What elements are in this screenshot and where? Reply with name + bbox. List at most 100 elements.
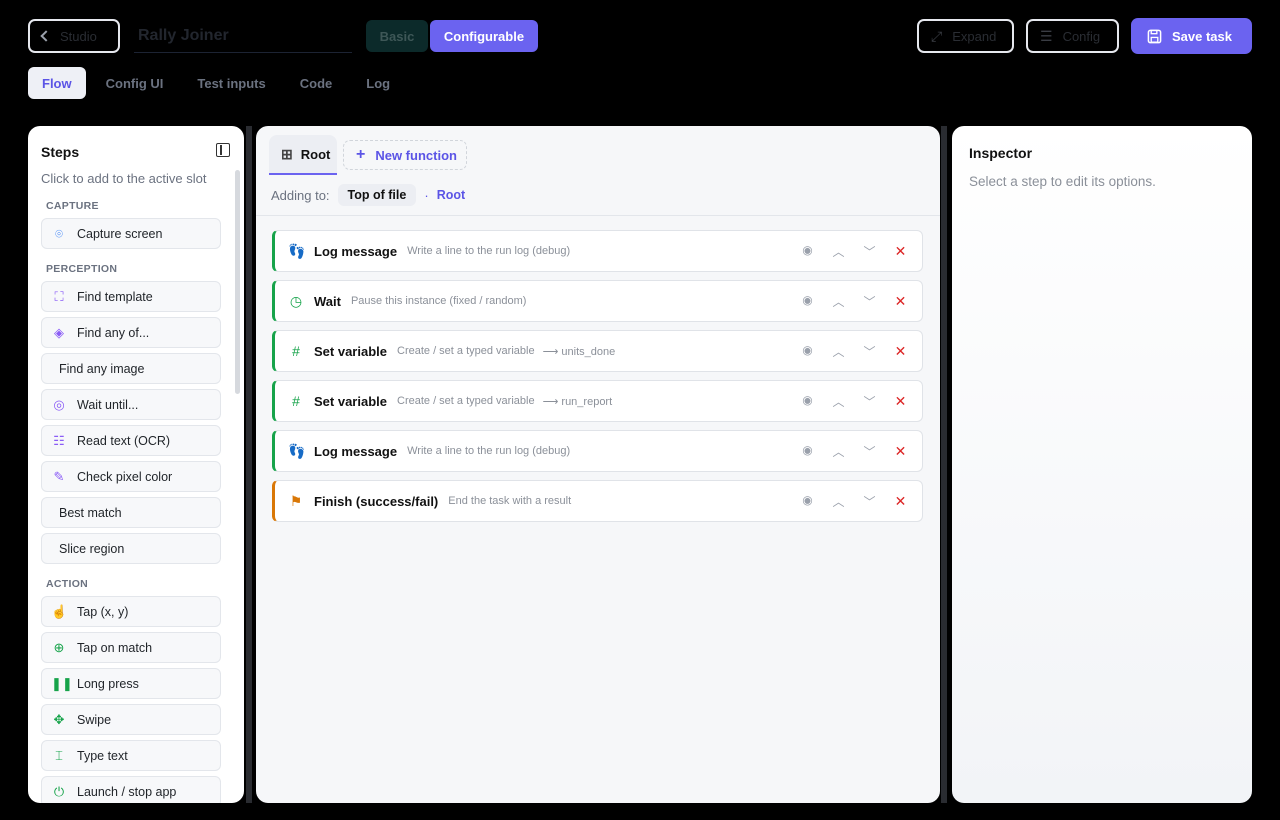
crosshair-icon: ⊕ [53, 639, 65, 655]
category-capture: CAPTURE [46, 200, 99, 212]
eye-icon[interactable]: ◉ [792, 393, 823, 410]
chevron-down-icon[interactable]: ﹀ [854, 293, 885, 310]
tab-test-inputs[interactable]: Test inputs [183, 67, 279, 99]
flow-step-row[interactable]: ⚑ Finish (success/fail) End the task wit… [272, 480, 923, 522]
step-label: Find template [77, 289, 153, 304]
step-type-text[interactable]: ⌶ Type text [41, 740, 221, 771]
eye-icon[interactable]: ◉ [792, 493, 823, 510]
flow-step-list: 👣 Log message Write a line to the run lo… [272, 230, 923, 530]
main-tabs: Flow Config UI Test inputs Code Log [28, 67, 404, 99]
flow-step-row[interactable]: 👣 Log message Write a line to the run lo… [272, 430, 923, 472]
chevron-up-icon[interactable]: ︿ [823, 393, 854, 410]
step-label: Launch / stop app [77, 784, 177, 799]
chevron-up-icon[interactable]: ︿ [823, 493, 854, 510]
top-bar: Studio Rally Joiner Basic Configurable ⤢… [28, 18, 1252, 54]
expand-button[interactable]: ⤢ Expand [917, 19, 1014, 53]
category-perception: PERCEPTION [46, 263, 118, 275]
chevron-up-icon[interactable]: ︿ [823, 293, 854, 310]
flow-step-desc: End the task with a result [448, 495, 572, 507]
function-tabs: ⊞ Root + New function [269, 135, 467, 175]
inspector-panel: Inspector Select a step to edit its opti… [952, 126, 1252, 803]
step-wait-until[interactable]: ◎ Wait until... [41, 389, 221, 420]
left-resize-handle[interactable] [246, 126, 252, 803]
step-long-press[interactable]: ❚❚ Long press [41, 668, 221, 699]
collapse-panel-icon[interactable] [216, 143, 230, 157]
chevron-down-icon[interactable]: ﹀ [854, 393, 885, 410]
steps-subtitle: Click to add to the active slot [41, 171, 207, 186]
delete-icon[interactable]: ✕ [885, 343, 916, 360]
back-to-studio-button[interactable]: Studio [28, 19, 120, 53]
footprints-icon: 👣 [288, 442, 306, 459]
new-function-button[interactable]: + New function [343, 140, 467, 170]
function-tab-root[interactable]: ⊞ Root [269, 135, 337, 175]
step-tap-on-match[interactable]: ⊕ Tap on match [41, 632, 221, 663]
chevron-up-icon[interactable]: ︿ [823, 443, 854, 460]
delete-icon[interactable]: ✕ [885, 243, 916, 260]
chevron-up-icon[interactable]: ︿ [823, 243, 854, 260]
flow-step-name: Log message [314, 443, 398, 459]
tab-code[interactable]: Code [286, 67, 347, 99]
mode-configurable-button[interactable]: Configurable [430, 20, 538, 52]
delete-icon[interactable]: ✕ [885, 393, 916, 410]
step-label: Find any image [59, 361, 145, 376]
step-find-any-of[interactable]: ◈ Find any of... [41, 317, 221, 348]
save-task-button[interactable]: Save task [1131, 18, 1252, 54]
pointer-icon: ☝ [51, 603, 68, 619]
eye-icon[interactable]: ◉ [792, 443, 823, 460]
step-capture-screen[interactable]: ⌾ Capture screen [41, 218, 221, 249]
delete-icon[interactable]: ✕ [885, 493, 916, 510]
flow-step-row[interactable]: # Set variable Create / set a typed vari… [272, 380, 923, 422]
flow-step-row[interactable]: ◷ Wait Pause this instance (fixed / rand… [272, 280, 923, 322]
step-check-pixel-color[interactable]: ✎ Check pixel color [41, 461, 221, 492]
chevron-down-icon[interactable]: ﹀ [854, 243, 885, 260]
insertion-scope-link[interactable]: Root [437, 188, 465, 202]
flow-step-name: Finish (success/fail) [314, 493, 439, 509]
flow-step-name: Wait [314, 293, 341, 309]
insertion-target-pill[interactable]: Top of file [337, 184, 417, 206]
eye-icon[interactable]: ◉ [792, 293, 823, 310]
step-label: Swipe [77, 712, 112, 727]
save-label: Save task [1172, 28, 1232, 44]
step-label: Slice region [59, 541, 125, 556]
step-label: Long press [77, 676, 139, 691]
config-button[interactable]: ☰ Config [1026, 19, 1119, 53]
delete-icon[interactable]: ✕ [885, 293, 916, 310]
tab-flow[interactable]: Flow [28, 67, 86, 99]
divider [256, 215, 940, 216]
step-slice-region[interactable]: Slice region [41, 533, 221, 564]
flow-step-name: Set variable [314, 393, 387, 409]
task-title-input[interactable]: Rally Joiner [134, 19, 352, 53]
step-label: Best match [59, 505, 122, 520]
step-best-match[interactable]: Best match [41, 497, 221, 528]
flow-step-row[interactable]: 👣 Log message Write a line to the run lo… [272, 230, 923, 272]
flow-step-row[interactable]: # Set variable Create / set a typed vari… [272, 330, 923, 372]
step-read-text-ocr[interactable]: ☷ Read text (OCR) [41, 425, 221, 456]
step-label: Capture screen [77, 226, 163, 241]
mode-basic-button[interactable]: Basic [366, 20, 428, 52]
clock-icon: ◷ [289, 292, 303, 309]
step-swipe[interactable]: ✥ Swipe [41, 704, 221, 735]
eye-icon[interactable]: ◉ [792, 243, 823, 260]
chevron-down-icon[interactable]: ﹀ [854, 343, 885, 360]
category-action: ACTION [46, 578, 89, 590]
delete-icon[interactable]: ✕ [885, 443, 916, 460]
tab-config-ui[interactable]: Config UI [92, 67, 178, 99]
flow-step-desc: Create / set a typed variable [397, 345, 535, 357]
chevron-down-icon[interactable]: ﹀ [854, 443, 885, 460]
eye-icon[interactable]: ◉ [792, 343, 823, 360]
steps-scrollbar[interactable] [235, 170, 240, 394]
step-find-any-image[interactable]: Find any image [41, 353, 221, 384]
step-find-template[interactable]: ⛶ Find template [41, 281, 221, 312]
flow-editor: ⊞ Root + New function Adding to: Top of … [256, 126, 940, 803]
hash-icon: # [292, 343, 300, 359]
step-launch-stop-app[interactable]: ⏻ Launch / stop app [41, 776, 221, 803]
tab-log[interactable]: Log [352, 67, 404, 99]
move-icon: ✥ [53, 711, 65, 727]
step-tap-xy[interactable]: ☝ Tap (x, y) [41, 596, 221, 627]
chevron-up-icon[interactable]: ︿ [823, 343, 854, 360]
chevron-down-icon[interactable]: ﹀ [854, 493, 885, 510]
right-resize-handle[interactable] [941, 126, 947, 803]
adding-to-label: Adding to: [271, 187, 330, 203]
inspector-placeholder: Select a step to edit its options. [969, 174, 1156, 189]
flag-icon: ⚑ [289, 492, 303, 509]
